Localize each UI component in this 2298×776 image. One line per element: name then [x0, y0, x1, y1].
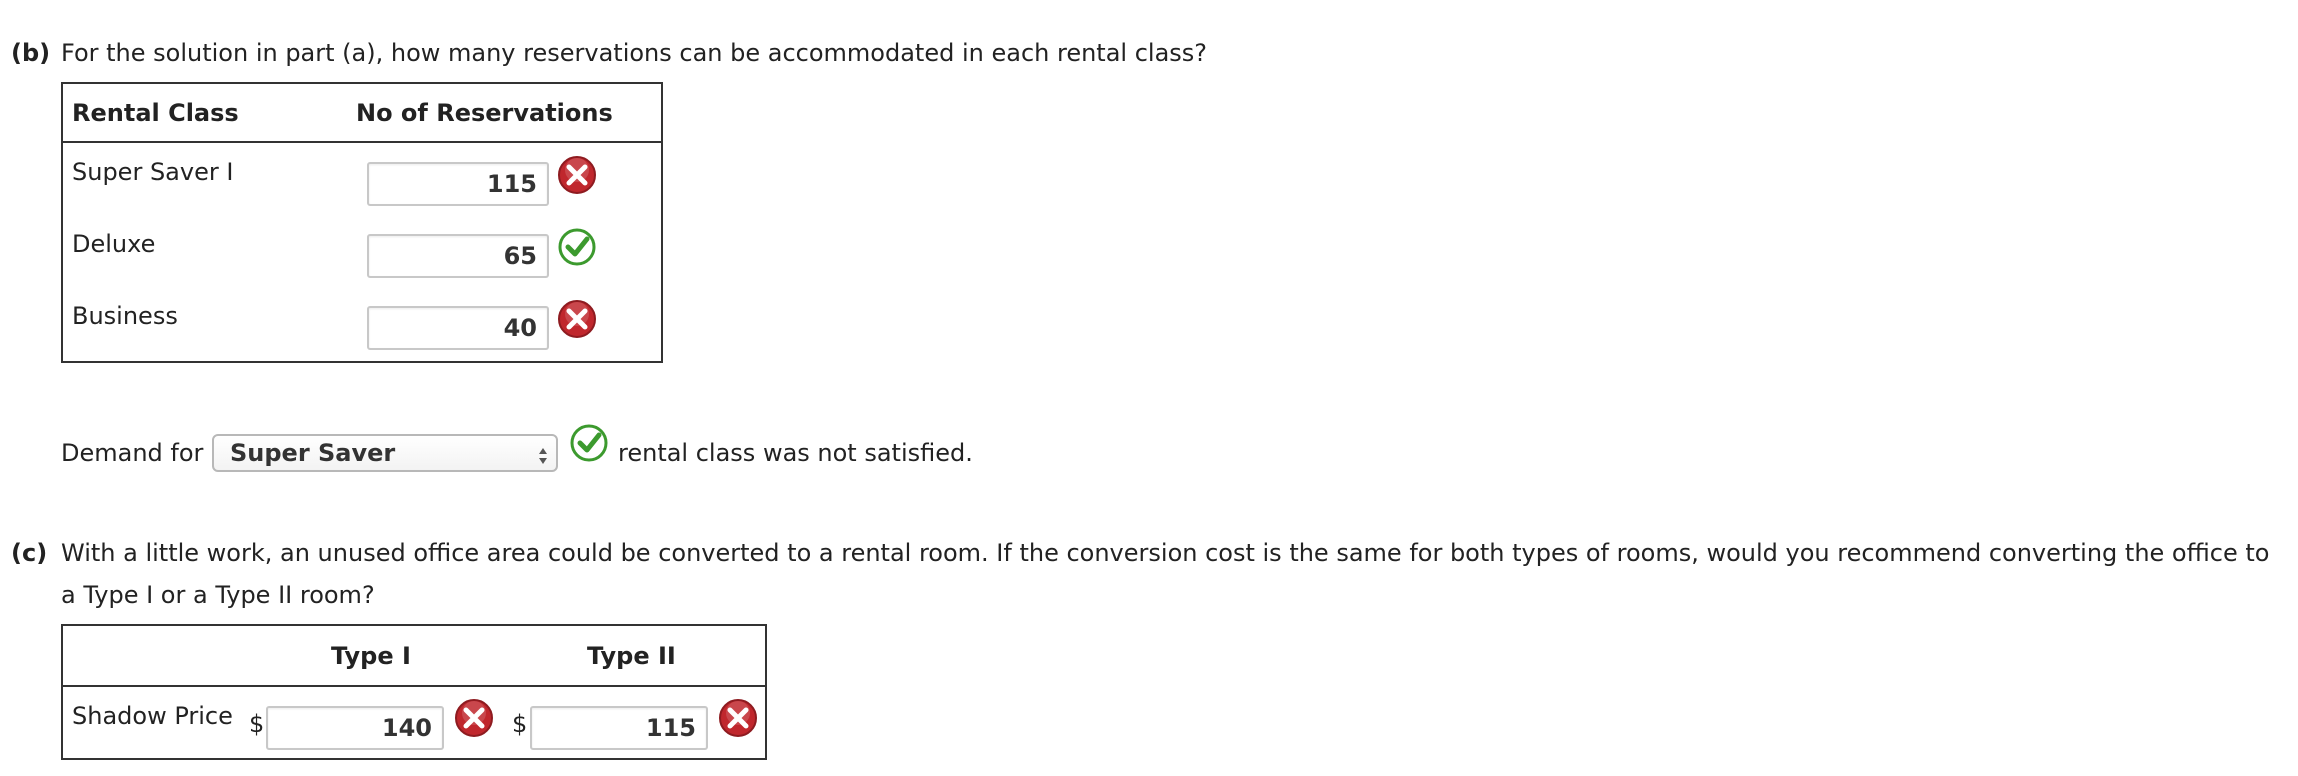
question-c: (c) With a little work, an unused office …: [11, 532, 2270, 575]
table-header: Rental Class No of Reservations: [63, 84, 661, 143]
header-rental-class: Rental Class: [72, 99, 239, 127]
currency-symbol: $: [249, 710, 265, 738]
correct-icon: [569, 423, 609, 463]
incorrect-icon: [454, 698, 494, 738]
question-c-text-line2: a Type I or a Type II room?: [61, 581, 375, 609]
row-label-business: Business: [72, 302, 178, 330]
header-type-i: Type I: [331, 642, 411, 670]
incorrect-icon: [557, 299, 597, 339]
shadow-price-table: Type I Type II Shadow Price $ $: [61, 624, 767, 760]
incorrect-icon: [557, 155, 597, 195]
table-header: Type I Type II: [63, 626, 765, 687]
incorrect-icon: [718, 698, 758, 738]
row-label-super-saver: Super Saver I: [72, 158, 234, 186]
row-label-deluxe: Deluxe: [72, 230, 156, 258]
shadow-price-input-type-i[interactable]: [266, 706, 444, 750]
demand-prefix: Demand for: [61, 439, 204, 467]
shadow-price-input-type-ii[interactable]: [530, 706, 708, 750]
reservations-input-deluxe[interactable]: [367, 234, 549, 278]
header-no-of-reservations: No of Reservations: [356, 99, 613, 127]
reservations-input-super-saver[interactable]: [367, 162, 549, 206]
correct-icon: [557, 227, 597, 267]
part-b-label: (b): [11, 39, 51, 67]
part-c-label: (c): [11, 539, 48, 567]
row-label-shadow-price: Shadow Price: [72, 702, 233, 730]
rental-class-select[interactable]: Super Saver: [212, 434, 558, 472]
demand-suffix: rental class was not satisfied.: [618, 439, 973, 467]
currency-symbol: $: [512, 710, 528, 738]
question-b: (b) For the solution in part (a), how man…: [11, 32, 1207, 75]
question-b-text: For the solution in part (a), how many r…: [61, 39, 1208, 67]
header-type-ii: Type II: [587, 642, 676, 670]
rental-class-select-value: Super Saver: [230, 439, 396, 467]
question-c-text-line1: With a little work, an unused office are…: [61, 539, 2270, 567]
select-arrows-icon: [538, 442, 548, 464]
reservations-table: Rental Class No of Reservations Super Sa…: [61, 82, 663, 363]
reservations-input-business[interactable]: [367, 306, 549, 350]
